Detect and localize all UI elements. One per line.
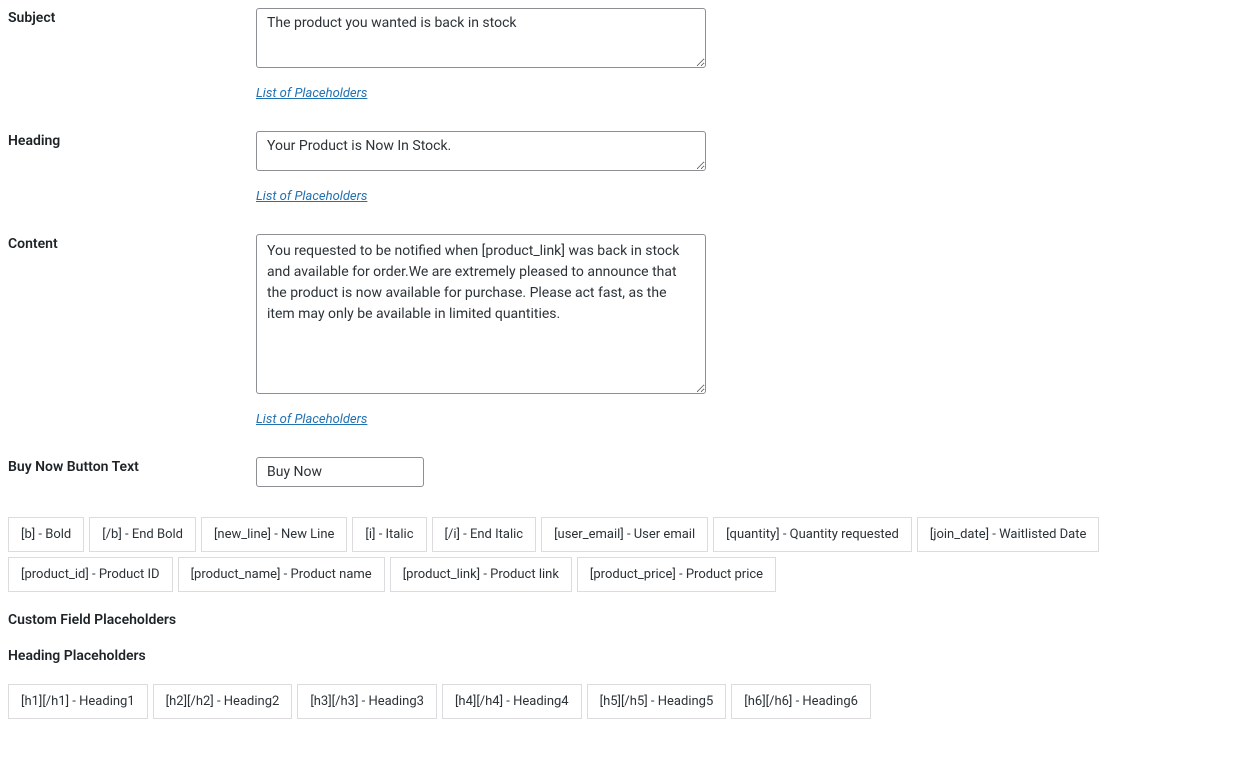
placeholder-tag[interactable]: [product_link] - Product link bbox=[390, 557, 572, 592]
placeholder-tag[interactable]: [product_id] - Product ID bbox=[8, 557, 173, 592]
placeholder-tag[interactable]: [i] - Italic bbox=[352, 517, 426, 552]
heading-placeholder-tag[interactable]: [h3][/h3] - Heading3 bbox=[297, 684, 437, 719]
heading-textarea[interactable] bbox=[256, 131, 706, 171]
placeholder-tag[interactable]: [user_email] - User email bbox=[541, 517, 708, 552]
heading-placeholders-link[interactable]: List of Placeholders bbox=[256, 189, 367, 204]
placeholder-tag[interactable]: [product_name] - Product name bbox=[178, 557, 385, 592]
custom-field-placeholders-title: Custom Field Placeholders bbox=[8, 612, 1225, 628]
heading-placeholder-tag[interactable]: [h4][/h4] - Heading4 bbox=[442, 684, 582, 719]
heading-placeholders-title: Heading Placeholders bbox=[8, 648, 1225, 664]
placeholders-list: [b] - Bold[/b] - End Bold[new_line] - Ne… bbox=[8, 517, 1225, 592]
buy-now-label: Buy Now Button Text bbox=[8, 457, 256, 475]
subject-textarea[interactable] bbox=[256, 8, 706, 68]
placeholder-tag[interactable]: [new_line] - New Line bbox=[201, 517, 347, 552]
placeholder-tag[interactable]: [b] - Bold bbox=[8, 517, 84, 552]
heading-placeholder-tag[interactable]: [h6][/h6] - Heading6 bbox=[731, 684, 871, 719]
placeholder-tag[interactable]: [join_date] - Waitlisted Date bbox=[917, 517, 1100, 552]
subject-label: Subject bbox=[8, 8, 256, 26]
placeholder-tag[interactable]: [/i] - End Italic bbox=[432, 517, 537, 552]
heading-placeholders-list: [h1][/h1] - Heading1[h2][/h2] - Heading2… bbox=[8, 684, 1225, 719]
content-placeholders-link[interactable]: List of Placeholders bbox=[256, 412, 367, 427]
heading-label: Heading bbox=[8, 131, 256, 149]
placeholder-tag[interactable]: [product_price] - Product price bbox=[577, 557, 776, 592]
heading-placeholder-tag[interactable]: [h2][/h2] - Heading2 bbox=[153, 684, 293, 719]
placeholder-tag[interactable]: [quantity] - Quantity requested bbox=[713, 517, 912, 552]
content-label: Content bbox=[8, 234, 256, 252]
content-textarea[interactable] bbox=[256, 234, 706, 394]
buy-now-input[interactable] bbox=[256, 457, 424, 487]
subject-placeholders-link[interactable]: List of Placeholders bbox=[256, 86, 367, 101]
placeholder-tag[interactable]: [/b] - End Bold bbox=[89, 517, 196, 552]
heading-placeholder-tag[interactable]: [h5][/h5] - Heading5 bbox=[587, 684, 727, 719]
heading-placeholder-tag[interactable]: [h1][/h1] - Heading1 bbox=[8, 684, 148, 719]
